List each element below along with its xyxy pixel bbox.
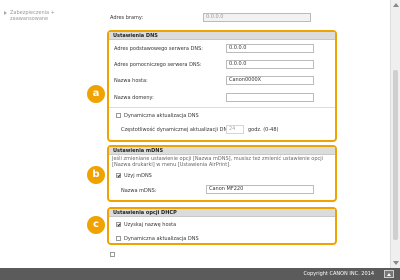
use-mdns-checkbox[interactable]	[116, 173, 121, 178]
gateway-field[interactable]: 0.0.0.0	[203, 13, 311, 22]
scroll-down-icon[interactable]	[393, 261, 399, 265]
dns-divider	[109, 107, 335, 108]
get-host-name-checkbox[interactable]	[116, 222, 121, 227]
sidebar: Zabezpieczenia + zaawansowane	[0, 0, 92, 280]
dns-frequency-unit: godz. (0-48)	[248, 127, 279, 133]
gateway-label: Adres bramy:	[110, 15, 144, 21]
dynamic-dns-label: Dynamiczna aktualizacja DNS	[124, 113, 199, 119]
sidebar-link-security[interactable]: Zabezpieczenia + zaawansowane	[4, 10, 80, 22]
domain-name-label: Nazwa domeny:	[114, 95, 154, 101]
use-mdns-label: Użyj mDNS	[124, 173, 152, 179]
callout-marker-a: a	[87, 85, 105, 103]
footer-bar: Copyright CANON INC. 2014	[0, 268, 400, 280]
mdns-name-field[interactable]: Canon MF220	[206, 185, 314, 194]
dns-secondary-field[interactable]: 0.0.0.0	[226, 60, 314, 69]
arrow-right-icon	[4, 11, 7, 15]
dns-primary-field[interactable]: 0.0.0.0	[226, 44, 314, 53]
dhcp-dynamic-dns-label: Dynamiczna aktualizacja DNS	[124, 236, 199, 242]
vertical-scrollbar[interactable]	[390, 0, 400, 268]
get-host-name-label: Uzyskaj nazwę hosta	[124, 222, 177, 228]
scroll-thumb[interactable]	[393, 70, 398, 240]
mdns-name-label: Nazwa mDNS:	[121, 188, 157, 194]
domain-name-field[interactable]	[226, 93, 314, 102]
mdns-note: Jeśli zmieniane ustawienie opcji [Nazwa …	[112, 156, 324, 168]
host-name-field[interactable]: Canon0000X	[226, 76, 314, 85]
scroll-up-icon[interactable]	[393, 3, 399, 7]
dns-primary-label: Adres podstawowego serwera DNS:	[114, 46, 203, 52]
dhcp-dynamic-dns-checkbox[interactable]	[116, 236, 121, 241]
mdns-section-header: Ustawienia mDNS	[109, 147, 335, 155]
dns-section-header: Ustawienia DNS	[109, 32, 335, 40]
back-to-top-icon[interactable]	[384, 270, 394, 278]
callout-marker-c: c	[87, 216, 105, 234]
host-name-label: Nazwa hosta:	[114, 78, 148, 84]
copyright-text: Copyright CANON INC. 2014	[303, 271, 374, 277]
sidebar-link-label: Zabezpieczenia + zaawansowane	[10, 10, 55, 22]
dns-frequency-field[interactable]: 24	[226, 125, 244, 134]
dns-frequency-label: Częstotliwość dynamicznej aktualizacji D…	[121, 127, 233, 133]
dhcp-section-header: Ustawienia opcji DHCP	[109, 209, 335, 217]
dns-secondary-label: Adres pomocniczego serwera DNS:	[114, 62, 202, 68]
dynamic-dns-checkbox[interactable]	[116, 113, 121, 118]
callout-marker-b: b	[87, 166, 105, 184]
bottom-checkbox[interactable]	[110, 252, 115, 257]
